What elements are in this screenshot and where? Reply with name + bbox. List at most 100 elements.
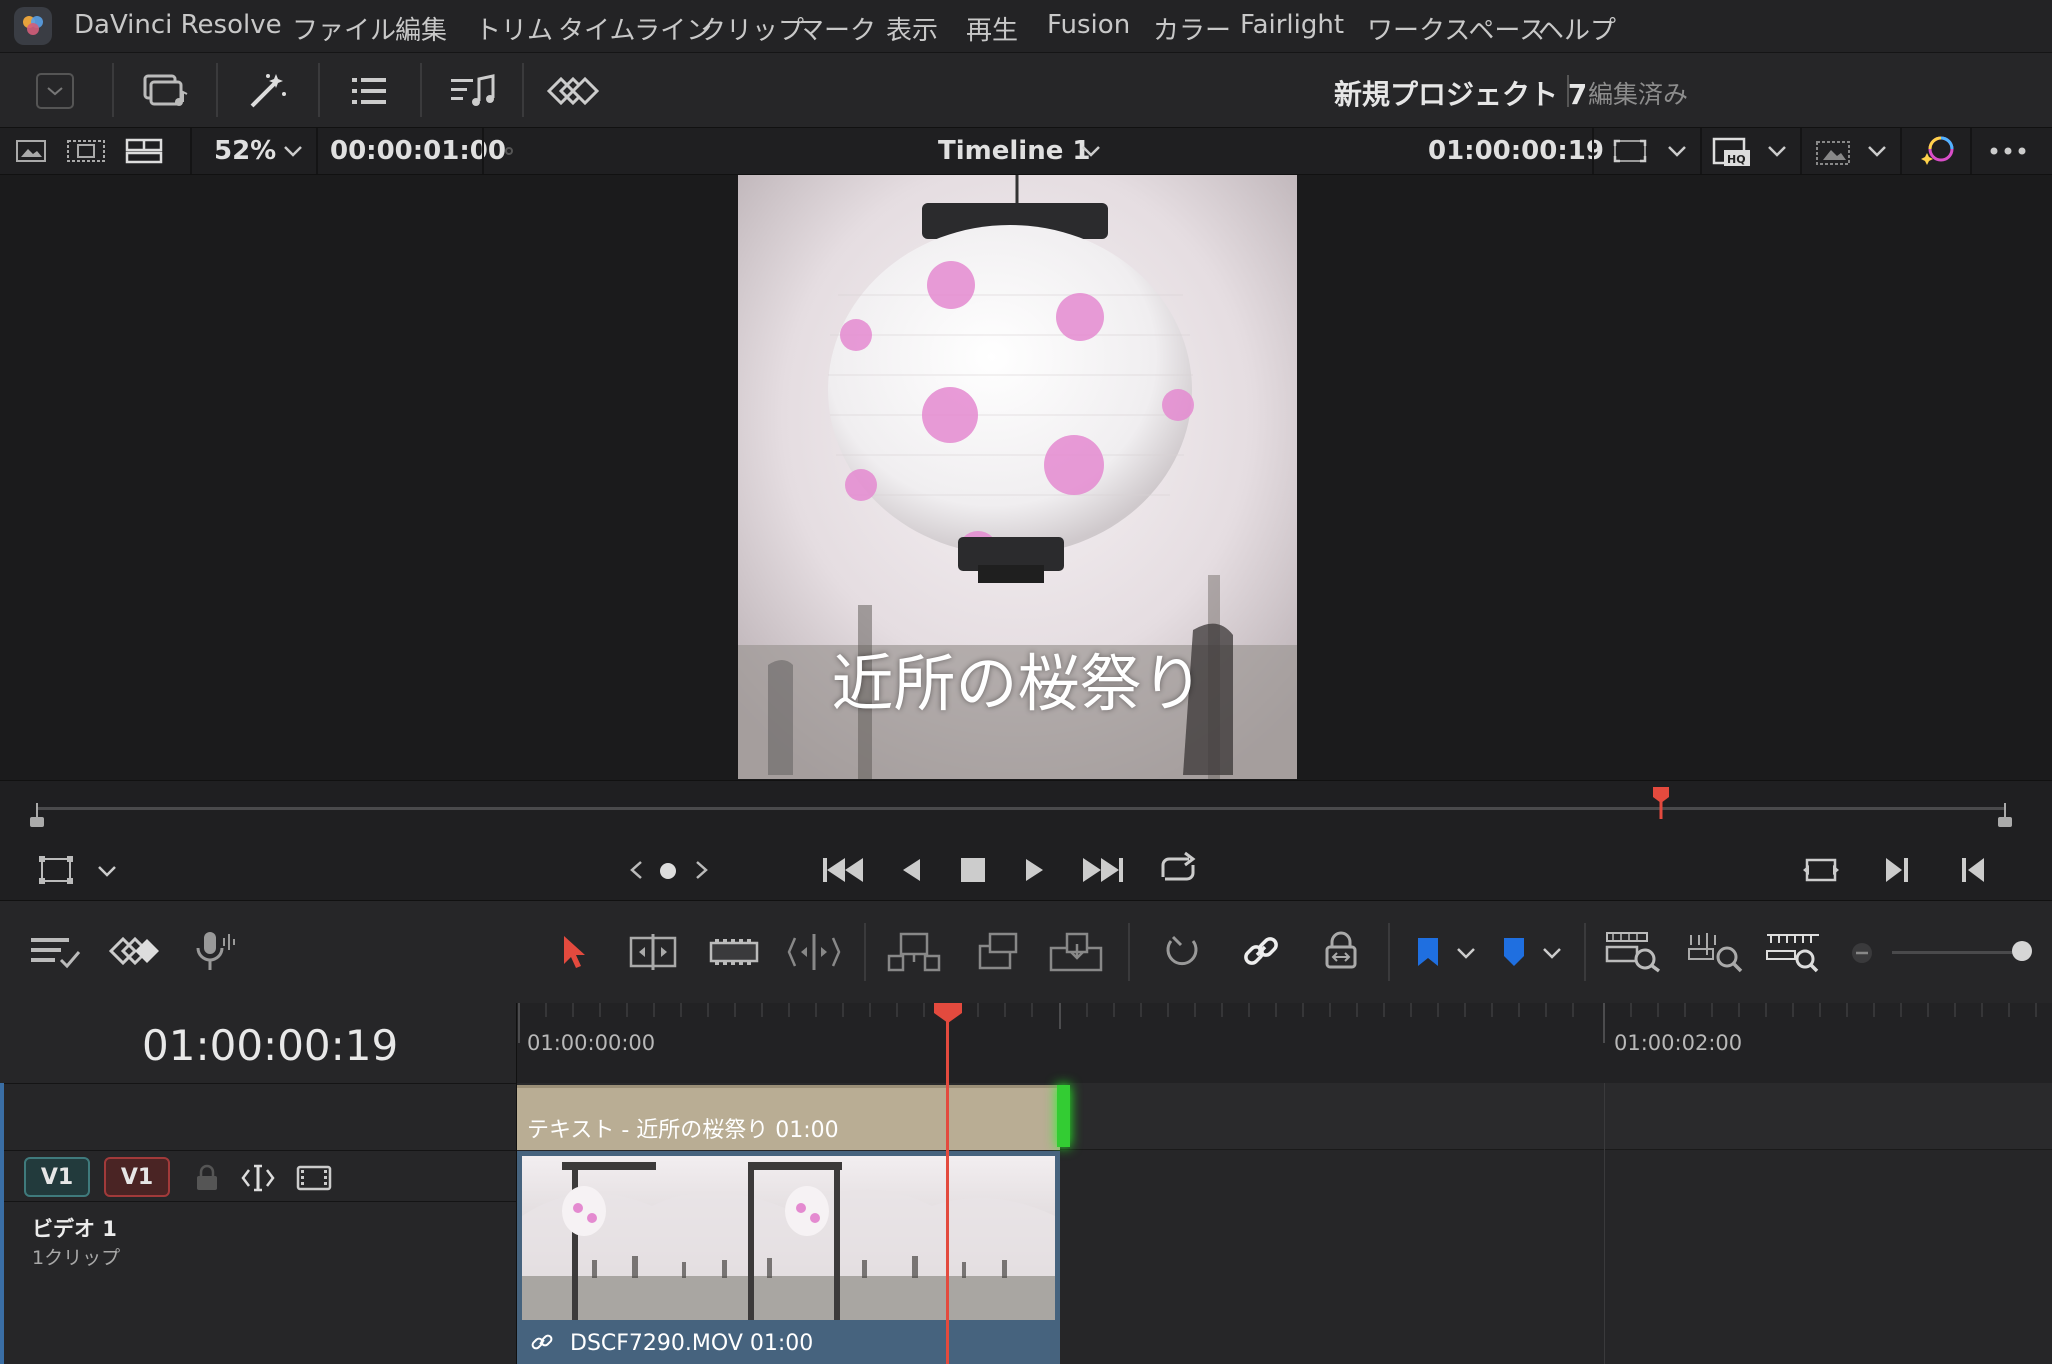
skip-to-start-icon[interactable] [820, 851, 866, 889]
source-viewer-icon[interactable] [66, 136, 106, 166]
play-icon[interactable] [1020, 851, 1050, 889]
flag-chevron-down-icon[interactable] [1454, 941, 1478, 965]
menu-color[interactable]: カラー [1153, 10, 1231, 47]
ruler-label-2s: 01:00:02:00 [1614, 1031, 1743, 1055]
menu-workspace[interactable]: ワークスペース [1367, 10, 1545, 47]
viewer-timecode[interactable]: 01:00:00:19 [1428, 136, 1604, 166]
timeline-tracks-area[interactable]: 01:00:00:00 01:00:02:00 テキスト - 近所の桜祭り 01… [517, 1003, 2052, 1364]
overwrite-clip-icon[interactable] [968, 931, 1024, 973]
dynamic-trim-icon[interactable] [706, 931, 762, 973]
hq-playback-icon[interactable]: HQ [1710, 135, 1754, 169]
prev-edit-icon[interactable] [1956, 851, 1990, 889]
single-viewer-icon[interactable] [14, 136, 48, 166]
safe-area-chevron-down-icon[interactable] [1864, 138, 1890, 164]
track-name[interactable]: ビデオ 1 [32, 1213, 117, 1243]
menu-view[interactable]: 表示 [886, 10, 938, 47]
timeline-ruler[interactable]: 01:00:00:00 01:00:02:00 [517, 1003, 2052, 1084]
zoom-level[interactable]: 52% [214, 136, 276, 166]
menu-app-name[interactable]: DaVinci Resolve [74, 10, 282, 40]
skip-to-end-icon[interactable] [1080, 851, 1126, 889]
menu-fairlight[interactable]: Fairlight [1240, 10, 1344, 40]
transform-frame-icon[interactable] [1610, 136, 1650, 166]
timeline-name[interactable]: Timeline 1 [938, 136, 1090, 166]
flag-blue-icon[interactable] [1412, 931, 1444, 973]
timeline-timecode[interactable]: 01:00:00:19 [142, 1021, 398, 1070]
menu-edit[interactable]: 編集 [395, 10, 447, 47]
title-text-overlay[interactable]: 近所の桜祭り [738, 633, 1297, 723]
safe-area-icon[interactable] [1812, 135, 1854, 169]
menu-playback[interactable]: 再生 [966, 10, 1018, 47]
transitions-icon[interactable] [546, 71, 600, 111]
in-point-handle-icon[interactable] [28, 803, 46, 829]
transitions-toolbar-icon[interactable] [108, 931, 164, 971]
blade-edit-icon[interactable] [786, 931, 842, 973]
selection-arrow-icon[interactable] [556, 931, 592, 973]
media-pool-toggle-icon[interactable] [36, 73, 74, 109]
color-smart-icon[interactable] [1918, 133, 1958, 169]
source-track-v1[interactable]: V1 [104, 1157, 170, 1197]
zoom-out-minus-icon[interactable] [1850, 941, 1874, 965]
timeline-playhead-icon[interactable] [932, 1001, 964, 1025]
menu-trim[interactable]: トリム [475, 10, 553, 47]
insert-clip-icon[interactable] [886, 931, 944, 973]
next-keyframe-chevron-icon[interactable] [692, 857, 712, 883]
transform-chevron-down-icon[interactable] [1664, 138, 1690, 164]
timeline-zoom-slider[interactable] [1892, 951, 2018, 954]
trim-edit-icon[interactable] [624, 931, 682, 973]
ruler-ticks [518, 1003, 2037, 1043]
hq-chevron-down-icon[interactable] [1764, 138, 1790, 164]
sound-library-icon[interactable] [448, 69, 498, 113]
timeline-view-options-icon[interactable] [28, 931, 82, 973]
menu-mark[interactable]: マーク [798, 10, 876, 47]
menu-file[interactable]: ファイル [292, 10, 396, 47]
match-frame-icon[interactable] [1800, 851, 1842, 889]
status-dot-icon [505, 147, 513, 155]
prev-keyframe-chevron-icon[interactable] [626, 857, 646, 883]
zoom-chevron-down-icon[interactable] [280, 138, 306, 164]
marker-chevron-down-icon[interactable] [1540, 941, 1564, 965]
scrubber-track[interactable] [37, 807, 2005, 810]
timeline-chevron-down-icon[interactable] [1078, 138, 1104, 164]
more-options-icon[interactable] [1986, 136, 2030, 166]
edit-index-list-icon[interactable] [348, 71, 390, 111]
menu-timeline[interactable]: タイムライン [558, 10, 712, 47]
dual-viewer-icon[interactable] [124, 136, 164, 166]
media-pool-icon[interactable] [138, 67, 192, 113]
replace-clip-icon[interactable] [1048, 931, 1106, 973]
timeline-zoom-slider-knob[interactable] [2012, 941, 2032, 961]
auto-track-select-icon[interactable] [240, 1162, 276, 1194]
ruler-label-start: 01:00:00:00 [527, 1031, 656, 1055]
marker-blue-icon[interactable] [1498, 931, 1530, 973]
source-duration: 00:00:01:00 [330, 136, 506, 166]
viewer-frame[interactable]: 近所の桜祭り [738, 175, 1297, 779]
transport-area [0, 780, 2052, 901]
linked-selection-icon[interactable] [1238, 929, 1284, 973]
voiceover-mic-icon[interactable] [190, 929, 238, 973]
text-clip-end-trim-handle[interactable] [1057, 1085, 1070, 1147]
full-extent-zoom-icon[interactable] [1604, 929, 1664, 975]
detail-zoom-icon[interactable] [1686, 929, 1746, 975]
transform-overlay-icon[interactable] [36, 853, 76, 887]
viewer-playhead-icon[interactable] [1651, 785, 1671, 819]
position-lock-icon[interactable] [1318, 929, 1364, 973]
track-video-enable-icon[interactable] [294, 1162, 334, 1194]
overlay-chevron-down-icon[interactable] [94, 859, 120, 883]
destination-track-v1[interactable]: V1 [24, 1157, 90, 1197]
next-edit-icon[interactable] [1880, 851, 1914, 889]
effects-wand-icon[interactable] [244, 67, 292, 113]
text-clip[interactable]: テキスト - 近所の桜祭り 01:00 [517, 1085, 1060, 1150]
menu-clip[interactable]: クリップ [700, 10, 804, 47]
out-point-handle-icon[interactable] [1996, 803, 2014, 829]
keyframe-dot-icon[interactable] [656, 859, 680, 883]
custom-zoom-icon[interactable] [1764, 929, 1824, 975]
stop-icon[interactable] [958, 851, 988, 889]
snapping-icon[interactable] [1160, 929, 1206, 973]
track-selection-bar [0, 1083, 4, 1364]
track-lock-icon[interactable] [192, 1162, 222, 1194]
timeline-playhead-line[interactable] [946, 1003, 949, 1364]
menu-help[interactable]: ヘルプ [1538, 10, 1616, 47]
video-clip[interactable]: DSCF7290.MOV 01:00 [517, 1151, 1060, 1364]
loop-icon[interactable] [1156, 849, 1200, 889]
play-reverse-icon[interactable] [896, 851, 926, 889]
menu-fusion[interactable]: Fusion [1047, 10, 1130, 40]
